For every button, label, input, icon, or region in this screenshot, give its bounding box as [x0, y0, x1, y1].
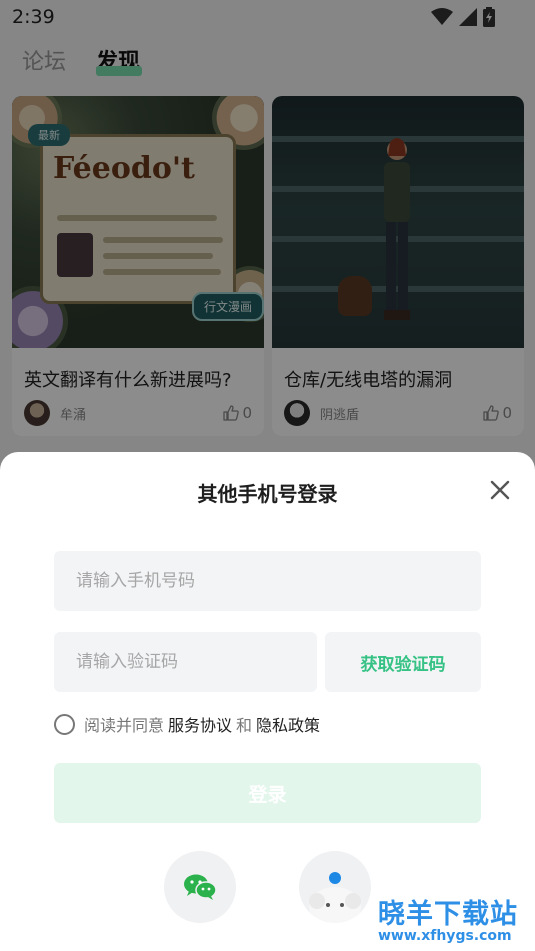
- agreement-prefix: 阅读并同意: [84, 716, 165, 735]
- wechat-login-button[interactable]: [164, 851, 236, 923]
- login-button[interactable]: 登录: [54, 763, 481, 823]
- agree-checkbox[interactable]: [54, 713, 75, 735]
- watermark-text: 晓羊下载站: [378, 899, 518, 930]
- agreement-row: 阅读并同意 服务协议 和 隐私政策: [54, 712, 324, 736]
- wechat-icon: [184, 874, 217, 900]
- privacy-policy-link[interactable]: 隐私政策: [256, 712, 320, 736]
- watermark-url: www.xfhygs.com: [378, 928, 512, 944]
- service-agreement-link[interactable]: 服务协议: [168, 712, 232, 736]
- close-icon[interactable]: [486, 476, 514, 504]
- watermark-logo: 晓羊下载站 www.xfhygs.com: [378, 892, 535, 951]
- phone-input[interactable]: [54, 551, 481, 611]
- agreement-conjunction: 和: [236, 716, 253, 735]
- other-login-icon: [309, 872, 361, 923]
- code-field: [54, 632, 317, 692]
- phone-field: [54, 551, 481, 611]
- other-login-button[interactable]: [299, 851, 371, 923]
- sheet-title: 其他手机号登录: [197, 482, 338, 506]
- get-code-button[interactable]: 获取验证码: [325, 632, 481, 692]
- verification-code-input[interactable]: [54, 632, 317, 692]
- login-sheet: 其他手机号登录 获取验证码 阅读并同意 服务协议 和 隐私政策 登录: [0, 452, 535, 951]
